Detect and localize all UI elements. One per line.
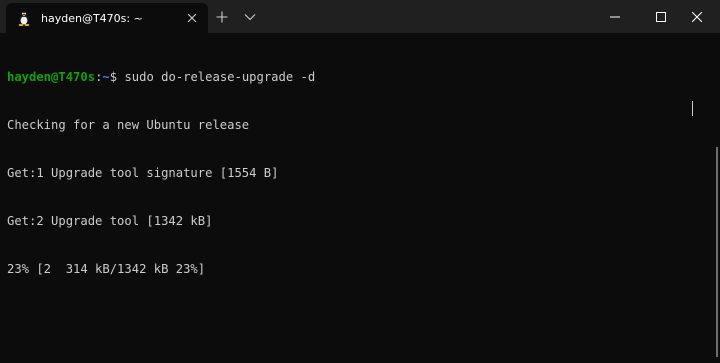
minimize-icon[interactable] xyxy=(592,0,638,33)
chevron-down-icon[interactable] xyxy=(238,5,262,29)
scrollbar[interactable] xyxy=(716,147,718,357)
command-line: hayden@T470s:~$ sudo do-release-upgrade … xyxy=(7,69,697,85)
progress-line: 23% [2 314 kB/1342 kB 23%] xyxy=(7,262,206,276)
output-line: Get:1 Upgrade tool signature [1554 B] xyxy=(7,166,279,180)
tab-close-icon[interactable] xyxy=(180,6,204,30)
close-icon[interactable] xyxy=(674,0,720,33)
prompt-symbol: $ xyxy=(109,70,125,84)
terminal-output[interactable]: hayden@T470s:~$ sudo do-release-upgrade … xyxy=(7,37,697,357)
tab-terminal[interactable]: hayden@T470s: ~ xyxy=(6,3,208,33)
title-bar: hayden@T470s: ~ xyxy=(0,0,720,33)
new-tab-plus-icon[interactable] xyxy=(210,5,234,29)
output-line: Checking for a new Ubuntu release xyxy=(7,118,250,132)
prompt-path: ~ xyxy=(102,70,110,84)
prompt-user-host: hayden@T470s xyxy=(7,70,96,84)
terminal-window: hayden@T470s: ~ hayden@T470s:~$ sudo do-… xyxy=(0,0,720,363)
output-line: Get:2 Upgrade tool [1342 kB] xyxy=(7,214,213,228)
text-cursor-ibeam xyxy=(692,101,693,116)
linux-tux-icon xyxy=(16,10,32,26)
tab-title: hayden@T470s: ~ xyxy=(41,11,143,25)
command-text: sudo do-release-upgrade -d xyxy=(124,70,316,84)
